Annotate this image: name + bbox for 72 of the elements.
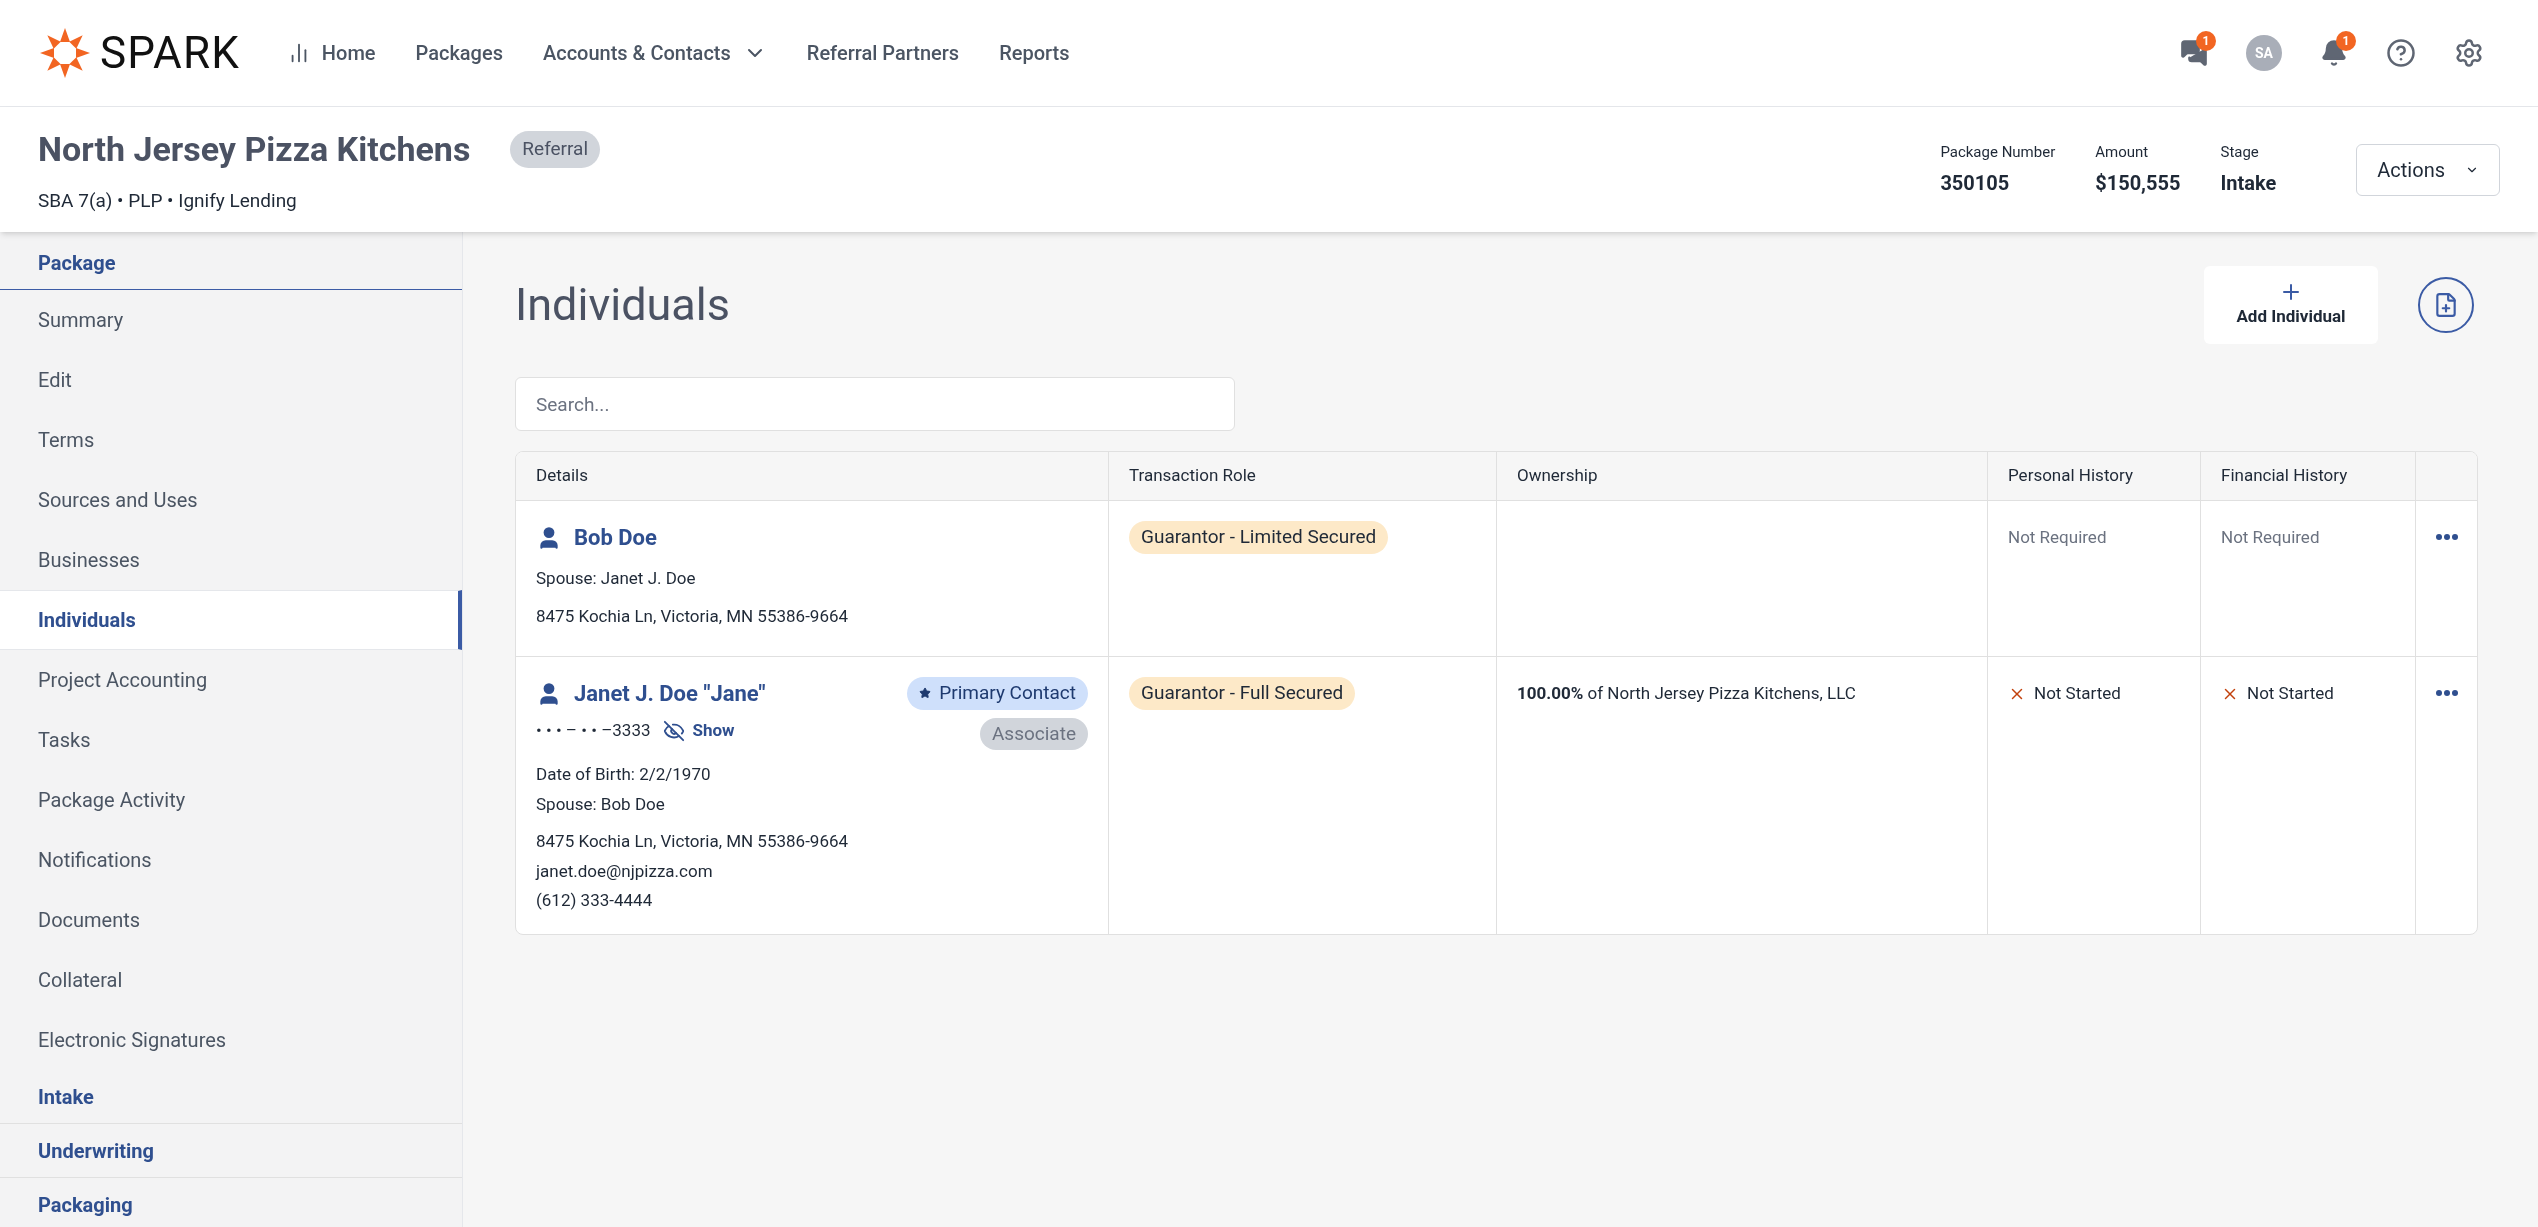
add-document-button[interactable] (2418, 276, 2474, 333)
column-header: Details (516, 452, 1109, 500)
nav-link[interactable]: Packages (415, 38, 503, 68)
column-header: Financial History (2201, 452, 2416, 500)
stat-label: Package Number (1940, 142, 2056, 164)
sidebar-item[interactable]: Tasks (0, 710, 462, 770)
individual-name-link[interactable]: Janet J. Doe "Jane" (574, 677, 766, 710)
sidebar-item[interactable]: Project Accounting (0, 650, 462, 710)
brand-name: SPARK (100, 26, 240, 81)
role-tag: Guarantor - Full Secured (1129, 677, 1356, 710)
search-field[interactable]: Search... (515, 377, 1235, 431)
sidebar-item[interactable]: Package Activity (0, 770, 462, 830)
sidebar-item[interactable]: Electronic Signatures (0, 1010, 462, 1070)
help-button[interactable] (2386, 38, 2416, 68)
stat-label: Amount (2095, 142, 2150, 164)
more-dots-icon (2435, 690, 2458, 696)
sidebar-item[interactable]: Individuals (0, 590, 462, 650)
status-text: Not Started (2034, 682, 2121, 705)
nav-link[interactable]: Accounts & Contacts (542, 38, 767, 68)
sidebar-item[interactable]: Summary (0, 290, 462, 350)
file-plus-icon (2433, 291, 2459, 318)
detail-text: 8475 Kochia Ln, Victoria, MN 55386-9664 (536, 604, 850, 628)
stat-value: Intake (2220, 169, 2277, 197)
nav-link[interactable]: Reports (999, 38, 1070, 68)
sidebar-item[interactable]: Documents (0, 890, 462, 950)
stat-label: Stage (2220, 142, 2260, 164)
column-header: Transaction Role (1109, 452, 1497, 500)
individual-name-link[interactable]: Bob Doe (574, 521, 657, 554)
column-header: Ownership (1497, 452, 1988, 500)
show-ssn-button[interactable]: Show (662, 718, 735, 744)
detail-text: Spouse: Janet J. Doe (536, 567, 697, 590)
add-individual-button[interactable]: Add Individual (2204, 265, 2378, 344)
referral-tag: Referral (510, 131, 601, 168)
sidebar-item[interactable]: Notifications (0, 830, 462, 890)
detail-text: janet.doe@njpizza.com (536, 859, 714, 883)
detail-text: 8475 Kochia Ln, Victoria, MN 55386-9664 (536, 830, 850, 853)
settings-button[interactable] (2454, 38, 2484, 68)
notification-badge: 1 (2196, 31, 2216, 51)
package-title: North Jersey Pizza Kitchens (38, 127, 471, 171)
eye-off-icon (662, 719, 685, 742)
sidebar-section-header[interactable]: Intake (0, 1070, 462, 1124)
detail-text: (612) 333-4444 (536, 889, 654, 912)
nav-link[interactable]: Home (287, 38, 376, 68)
notification-badge: 1 (2336, 31, 2356, 51)
detail-text: Date of Birth: 2/2/1970 (536, 763, 712, 786)
stat-value: $150,555 (2095, 169, 2181, 197)
sun-logo-icon (38, 26, 92, 80)
detail-text: Spouse: Bob Doe (536, 792, 666, 816)
stat-value: 350105 (1940, 169, 2011, 197)
sidebar-item[interactable]: Businesses (0, 530, 462, 590)
masked-ssn: • • • – • • –3333 (536, 719, 651, 742)
primary-contact-tag: Primary Contact (907, 677, 1088, 710)
status-text: Not Started (2247, 682, 2334, 705)
ownership-text: 100.00% of North Jersey Pizza Kitchens, LLC (1517, 683, 1856, 703)
package-subtitle: SBA 7(a) • PLP • Ignify Lending (38, 187, 298, 214)
nav-link[interactable]: Referral Partners (806, 38, 960, 68)
sidebar-section-header[interactable]: Underwriting (0, 1124, 462, 1178)
column-header: Personal History (1988, 452, 2201, 500)
more-dots-icon (2435, 534, 2458, 540)
sidebar-item[interactable]: Sources and Uses (0, 470, 462, 530)
associate-tag: Associate (979, 717, 1088, 750)
sidebar-section-header[interactable]: Package (0, 236, 462, 290)
sidebar-item[interactable]: Collateral (0, 950, 462, 1010)
page-title: Individuals (515, 276, 730, 333)
star-icon (919, 687, 932, 700)
actions-button[interactable]: Actions (2356, 143, 2500, 196)
sidebar-section-header[interactable]: Packaging (0, 1178, 462, 1227)
role-tag: Guarantor - Limited Secured (1129, 521, 1389, 554)
status-text: Not Required (2008, 527, 2107, 547)
sidebar-item[interactable]: Edit (0, 350, 462, 410)
sidebar-item[interactable]: Terms (0, 410, 462, 470)
status-text: Not Required (2221, 527, 2320, 547)
